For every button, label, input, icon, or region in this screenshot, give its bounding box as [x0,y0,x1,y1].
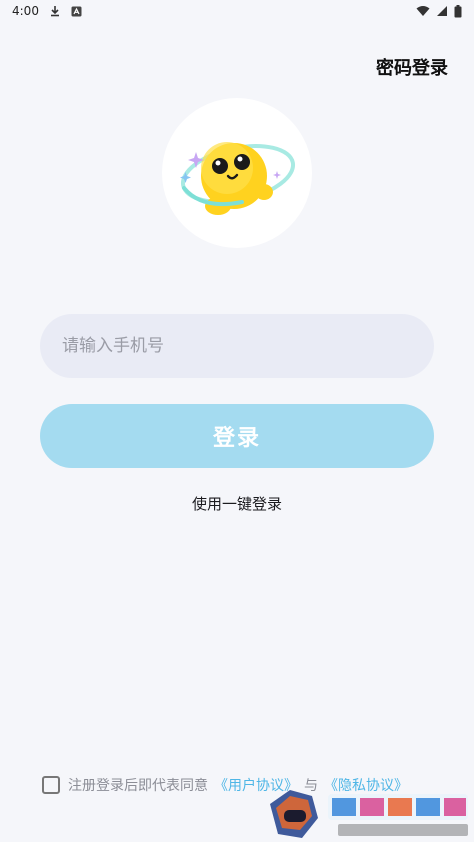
app-logo [162,98,312,248]
status-bar: 4:00 [0,0,474,22]
phone-input[interactable] [40,314,434,378]
status-left: 4:00 [12,4,82,18]
wifi-icon [416,5,430,17]
password-login-link[interactable]: 密码登录 [376,54,448,80]
status-time: 4:00 [12,4,39,18]
user-agreement-link[interactable]: 《用户协议》 [214,775,298,795]
signal-icon [436,5,448,17]
privacy-agreement-link[interactable]: 《隐私协议》 [324,775,408,795]
agreement-prefix: 注册登录后即代表同意 [68,778,208,794]
download-icon [49,5,61,17]
agreement-row: 注册登录后即代表同意 《用户协议》 与 《隐私协议》 [42,774,408,796]
a-icon [71,6,82,17]
agreement-checkbox[interactable] [42,776,60,794]
login-button[interactable]: 登录 [40,404,434,468]
agreement-and: 与 [304,778,318,794]
battery-icon [454,4,462,18]
status-right [416,4,462,18]
onekey-login-link[interactable]: 使用一键登录 [0,493,474,514]
mascot-logo [180,142,296,215]
